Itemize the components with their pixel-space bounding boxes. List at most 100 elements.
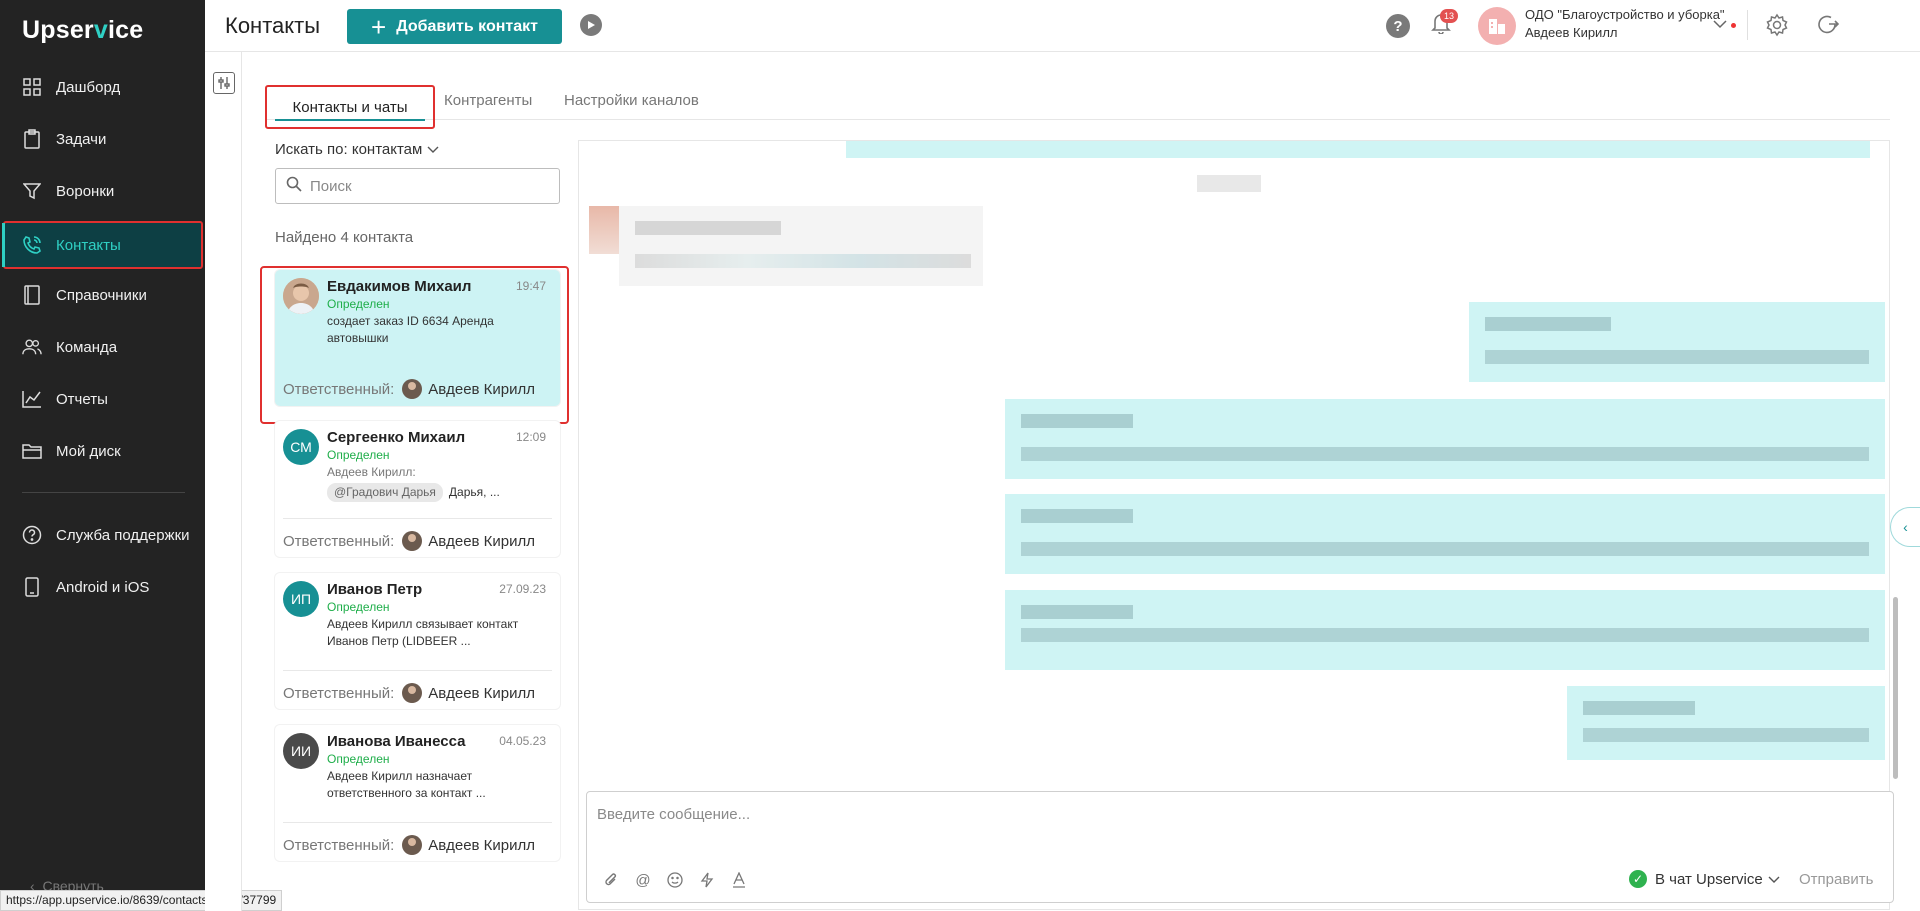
contact-last-message: Авдеев Кирилл назначает ответственного з… bbox=[327, 769, 486, 800]
sidebar-item-directories[interactable]: Справочники bbox=[0, 271, 205, 319]
sidebar-item-label: Контакты bbox=[56, 236, 121, 254]
responsible-name: Авдеев Кирилл bbox=[428, 532, 536, 550]
folder-icon bbox=[22, 441, 42, 461]
phone-icon bbox=[22, 235, 42, 255]
add-contact-button[interactable]: + Добавить контакт bbox=[347, 9, 562, 44]
logo-text-v: v bbox=[93, 16, 108, 44]
chat-scrollbar[interactable] bbox=[1893, 597, 1898, 779]
responsible-label: Ответственный: bbox=[283, 684, 395, 702]
sidebar-divider bbox=[22, 492, 185, 493]
avatar bbox=[402, 683, 423, 703]
mobile-icon bbox=[22, 577, 42, 597]
contact-card[interactable]: СМ Сергеенко Михаил 12:09 Определен Авде… bbox=[275, 421, 560, 557]
avatar bbox=[402, 531, 423, 551]
message-bubble-outgoing bbox=[1005, 590, 1885, 670]
help-circle-icon bbox=[22, 525, 42, 545]
paperclip-icon[interactable] bbox=[601, 870, 621, 890]
message-composer: @ ✓ В чат Upservice Отправить bbox=[586, 791, 1894, 903]
play-video-icon[interactable] bbox=[580, 14, 602, 36]
text-format-icon[interactable] bbox=[729, 870, 749, 890]
avatar: ИИ bbox=[283, 733, 319, 769]
sidebar-item-contacts[interactable]: Контакты bbox=[2, 221, 203, 269]
contact-time: 27.09.23 bbox=[499, 582, 546, 596]
logo-text-prefix: Upser bbox=[22, 16, 94, 44]
lightning-icon[interactable] bbox=[697, 870, 717, 890]
organization-avatar[interactable] bbox=[1478, 7, 1516, 45]
sidebar-item-funnels[interactable]: Воронки bbox=[0, 167, 205, 215]
contact-responsible: Ответственный: Авдеев Кирилл bbox=[283, 835, 535, 855]
search-by-label: Искать по: контактам bbox=[275, 141, 423, 158]
message-bubble-incoming bbox=[619, 206, 983, 286]
found-count: Найдено 4 контакта bbox=[275, 229, 414, 246]
sidebar-item-dashboard[interactable]: Дашборд bbox=[0, 63, 205, 111]
emoji-icon[interactable] bbox=[665, 870, 685, 890]
tab-contacts-and-chats[interactable]: Контакты и чаты bbox=[265, 85, 435, 129]
sidebar-item-mobile-apps[interactable]: Android и iOS bbox=[0, 563, 205, 611]
message-input[interactable] bbox=[597, 806, 1797, 836]
responsible-label: Ответственный: bbox=[283, 532, 395, 550]
message-bubble-outgoing bbox=[1005, 399, 1885, 479]
send-button[interactable]: Отправить bbox=[1799, 871, 1873, 888]
channel-selector[interactable]: ✓ В чат Upservice bbox=[1629, 870, 1780, 888]
responsible-label: Ответственный: bbox=[283, 836, 395, 854]
contact-card[interactable]: ИП Иванов Петр 27.09.23 Определен Авдеев… bbox=[275, 573, 560, 709]
plus-icon: + bbox=[371, 11, 387, 42]
mention-icon[interactable]: @ bbox=[633, 870, 653, 890]
logo-text-suffix: ice bbox=[107, 16, 144, 44]
app-logo[interactable]: Upservice bbox=[22, 16, 143, 45]
grid-icon bbox=[22, 77, 42, 97]
sidebar-item-label: Дашборд bbox=[56, 78, 121, 96]
logout-icon[interactable] bbox=[1817, 13, 1840, 40]
responsible-name: Авдеев Кирилл bbox=[428, 684, 536, 702]
contact-status: Определен bbox=[327, 600, 390, 614]
sidebar-item-team[interactable]: Команда bbox=[0, 323, 205, 371]
tab-active-underline bbox=[275, 119, 425, 121]
current-user-name[interactable]: Авдеев Кирилл bbox=[1525, 25, 1618, 40]
organization-name[interactable]: ОДО "Благоустройство и уборка" bbox=[1525, 7, 1725, 22]
contact-card[interactable]: ИИ Иванова Иванесса 04.05.23 Определен А… bbox=[275, 725, 560, 861]
page-title: Контакты bbox=[225, 13, 321, 38]
sidebar-item-my-disk[interactable]: Мой диск bbox=[0, 427, 205, 475]
message-text: Дарья, ... bbox=[448, 485, 500, 499]
sidebar-item-tasks[interactable]: Задачи bbox=[0, 115, 205, 163]
top-header: Контакты + Добавить контакт ? 13 ОДО "Бл… bbox=[205, 0, 1920, 52]
help-button[interactable]: ? bbox=[1386, 14, 1410, 38]
book-icon bbox=[22, 285, 42, 305]
search-by-dropdown[interactable]: Искать по: контактам bbox=[275, 141, 439, 158]
sidebar-item-reports[interactable]: Отчеты bbox=[0, 375, 205, 423]
search-icon bbox=[286, 176, 302, 197]
responsible-name: Авдеев Кирилл bbox=[428, 836, 536, 854]
chevron-down-icon[interactable] bbox=[1713, 16, 1727, 34]
sidebar-item-label: Команда bbox=[56, 338, 118, 356]
message-author: Авдеев Кирилл: bbox=[327, 465, 416, 479]
tab-counterparties[interactable]: Контрагенты bbox=[444, 92, 532, 109]
tab-channel-settings[interactable]: Настройки каналов bbox=[564, 92, 699, 109]
message-bubble-outgoing bbox=[846, 141, 1870, 158]
chart-line-icon bbox=[22, 389, 42, 409]
chevron-left-icon[interactable]: ‹ bbox=[1890, 507, 1920, 547]
chevron-down-icon bbox=[427, 141, 439, 158]
avatar bbox=[402, 835, 423, 855]
status-dot bbox=[1731, 23, 1736, 28]
header-divider bbox=[1747, 10, 1748, 40]
sidebar-item-support[interactable]: Служба поддержки bbox=[0, 511, 205, 559]
clipboard-icon bbox=[22, 129, 42, 149]
search-field[interactable] bbox=[275, 168, 560, 204]
gear-icon[interactable] bbox=[1765, 13, 1789, 42]
selection-highlight bbox=[260, 266, 569, 424]
contact-last-message: Авдеев Кирилл связывает контакт Иванов П… bbox=[327, 617, 519, 648]
sidebar-item-label: Служба поддержки bbox=[56, 526, 190, 544]
message-bubble-outgoing bbox=[1567, 686, 1885, 760]
funnel-icon bbox=[22, 181, 42, 201]
sidebar: Upservice Дашборд Задачи Воронки Контакт… bbox=[0, 0, 205, 911]
card-divider bbox=[283, 670, 552, 671]
date-separator bbox=[1197, 175, 1261, 192]
tab-label: Контакты и чаты bbox=[292, 98, 408, 116]
sidebar-item-label: Android и iOS bbox=[56, 578, 150, 596]
mention-chip: @Градович Дарья bbox=[327, 483, 443, 502]
contact-time: 12:09 bbox=[515, 430, 546, 444]
sliders-icon[interactable] bbox=[213, 72, 235, 94]
search-input[interactable] bbox=[310, 177, 550, 195]
contact-responsible: Ответственный: Авдеев Кирилл bbox=[283, 531, 535, 551]
contact-status: Определен bbox=[327, 752, 390, 766]
